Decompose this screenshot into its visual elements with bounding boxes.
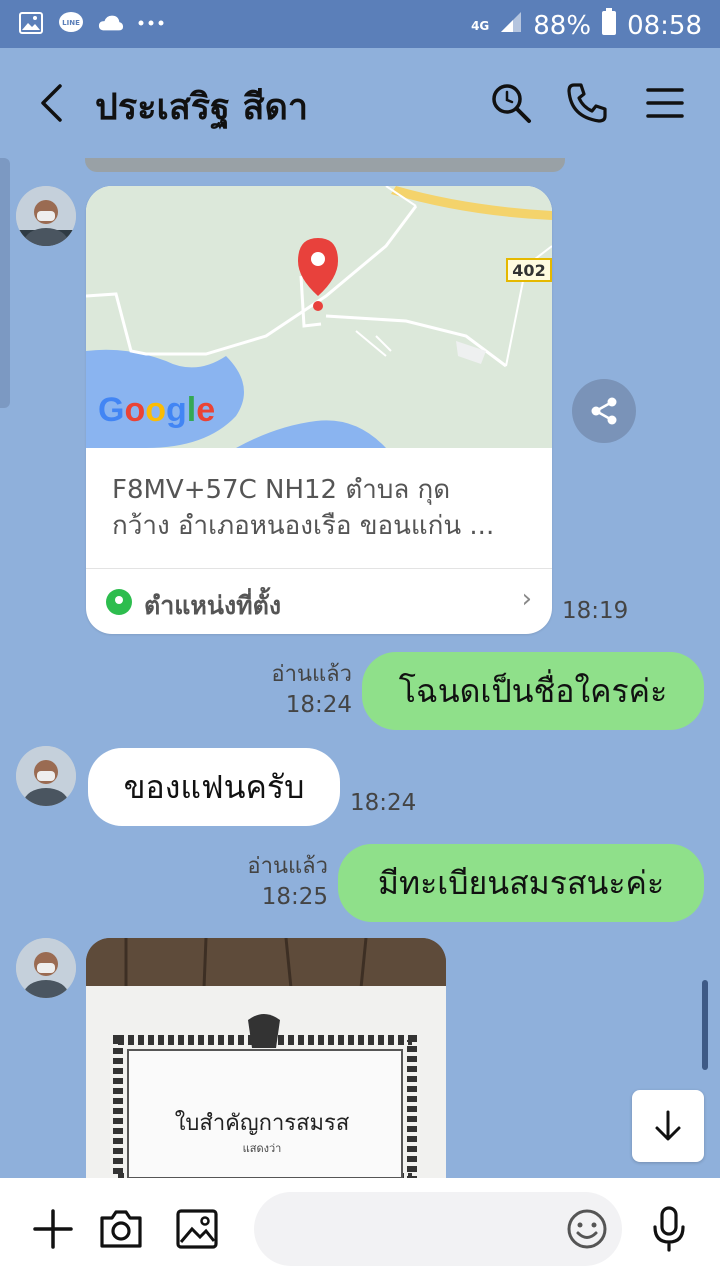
- cloud-icon: [98, 10, 124, 36]
- chevron-right-icon: ›: [521, 584, 532, 614]
- message-input-bar: [0, 1178, 720, 1280]
- svg-text:LINE: LINE: [62, 19, 80, 27]
- battery-percent: 88%: [533, 10, 592, 41]
- location-dot-icon: [106, 589, 132, 615]
- battery-icon: [601, 8, 617, 43]
- incoming-message-bubble[interactable]: ของแฟนครับ: [88, 748, 340, 826]
- location-message-card[interactable]: 402 Google F8MV+57C NH12 ตำบล กุด กว้าง …: [86, 186, 552, 634]
- camera-icon[interactable]: [94, 1202, 148, 1256]
- message-time: 18:24: [285, 692, 352, 718]
- previous-image-edge: [85, 158, 565, 172]
- edge-panel-handle[interactable]: [0, 158, 10, 408]
- clock: 08:58: [627, 10, 702, 41]
- scrollbar[interactable]: [702, 980, 708, 1070]
- outgoing-message-bubble[interactable]: โฉนดเป็นชื่อใครค่ะ: [362, 652, 704, 730]
- location-address: F8MV+57C NH12 ตำบล กุด กว้าง อำเภอหนองเร…: [112, 472, 532, 544]
- message-time: 18:19: [562, 598, 629, 624]
- map-provider-logo: Google: [98, 391, 216, 429]
- plus-icon[interactable]: [26, 1202, 80, 1256]
- map-preview[interactable]: 402 Google: [86, 186, 552, 448]
- gallery-icon: [18, 10, 44, 36]
- signal-icon: [499, 10, 523, 41]
- search-icon[interactable]: [486, 78, 536, 128]
- read-receipt: อ่านแล้ว 18:25: [210, 852, 328, 912]
- read-label: อ่านแล้ว: [247, 854, 328, 879]
- contact-avatar[interactable]: [16, 746, 76, 806]
- back-arrow-icon[interactable]: [30, 78, 80, 128]
- location-label: ตำแหน่งที่ตั้ง: [144, 591, 282, 620]
- address-line-1: F8MV+57C NH12 ตำบล กุด: [112, 475, 451, 505]
- mic-icon[interactable]: [642, 1202, 696, 1256]
- read-receipt: อ่านแล้ว 18:24: [230, 660, 352, 720]
- message-time: 18:25: [261, 884, 328, 910]
- card-divider: [86, 568, 552, 569]
- network-type: 4G: [471, 18, 490, 33]
- chat-header: ประเสริฐ สีดา: [0, 48, 720, 158]
- share-icon[interactable]: [572, 379, 636, 443]
- emoji-icon[interactable]: [560, 1202, 614, 1256]
- address-line-2: กว้าง อำเภอหนองเรือ ขอนแก่น ...: [112, 511, 495, 541]
- scroll-to-bottom-button[interactable]: [632, 1090, 704, 1162]
- phone-icon[interactable]: [562, 78, 612, 128]
- more-dots-icon: [138, 10, 164, 36]
- contact-avatar[interactable]: [16, 186, 76, 246]
- menu-icon[interactable]: [640, 78, 690, 128]
- road-number: 402: [512, 261, 545, 280]
- read-label: อ่านแล้ว: [271, 662, 352, 687]
- message-time: 18:24: [350, 790, 417, 816]
- line-icon: LINE: [58, 10, 84, 36]
- outgoing-message-bubble[interactable]: มีทะเบียนสมรสนะค่ะ: [338, 844, 704, 922]
- status-bar: LINE 4G 88% 08:58: [0, 0, 720, 48]
- open-location-link[interactable]: ตำแหน่งที่ตั้ง ›: [86, 570, 552, 634]
- contact-name: ประเสริฐ สีดา: [95, 87, 309, 128]
- certificate-subtitle: แสดงว่า: [243, 1142, 282, 1155]
- image-message[interactable]: ใบสำคัญการสมรส แสดงว่า: [86, 938, 446, 1178]
- image-icon[interactable]: [170, 1202, 224, 1256]
- contact-avatar[interactable]: [16, 938, 76, 998]
- chat-area[interactable]: 402 Google F8MV+57C NH12 ตำบล กุด กว้าง …: [0, 158, 720, 1178]
- certificate-title: ใบสำคัญการสมรส: [175, 1110, 350, 1136]
